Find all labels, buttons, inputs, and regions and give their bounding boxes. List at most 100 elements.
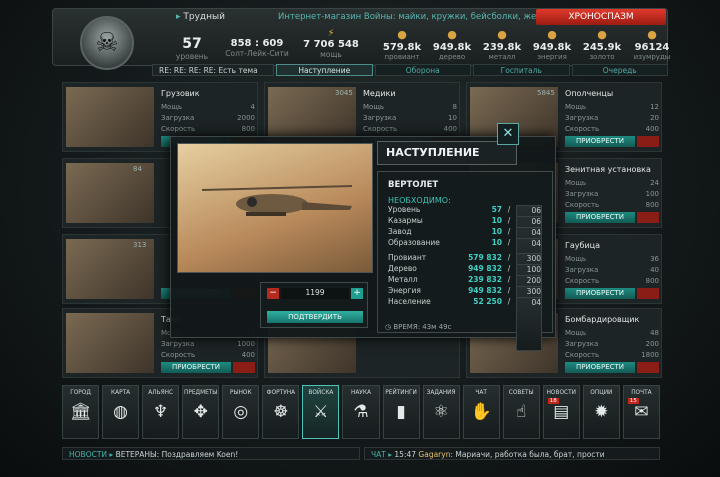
menu-wheel[interactable]: ФОРТУНА ☸ [262,385,300,439]
menu-news[interactable]: НОВОСТИ ▤ 18 [542,385,580,439]
chronospasm-button[interactable]: ХРОНОСПАЗМ [536,9,666,25]
chat-footer[interactable]: ЧАТ ▸ 15:47 Gagaryn: Мариачи, работка бы… [364,447,660,460]
menu-label: РЕЙТИНГИ [385,390,417,396]
skull-avatar-icon[interactable]: ☠ [80,16,134,70]
cancel-button[interactable] [233,362,255,373]
news-footer[interactable]: НОВОСТИ ▸ ВЕТЕРАНЫ: Поздравляем Koen! [62,447,360,460]
requirement-row: Казармы 10/06 [388,216,542,270]
requirement-have: 949 832 [468,286,502,295]
stat-name: Скорость [565,351,600,359]
buy-button[interactable]: ПРИОБРЕСТИ [161,362,231,373]
bars-icon: ▮ [396,402,406,422]
resource-label: золото [589,53,615,61]
stat-name: Мощь [565,103,587,111]
stat-value: 200 [645,340,659,348]
wheel-icon: ☸ [273,402,289,422]
menu-handshake[interactable]: ЧАТ ✋ [462,385,500,439]
tab-offense[interactable]: Наступление [276,64,373,76]
resource-label: провиант [384,53,420,61]
confirm-button[interactable]: ПОДТВЕРДИТЬ [267,311,363,323]
buy-button[interactable]: ПРИОБРЕСТИ [565,288,635,299]
separator: / [507,216,511,225]
menu-microscope[interactable]: НАУКА ⚗ [342,385,380,439]
menu-bars[interactable]: РЕЙТИНГИ ▮ [382,385,420,439]
cancel-button[interactable] [637,136,659,147]
difficulty-label: Трудный [176,12,225,22]
requirement-row: Завод 10/04 [388,227,542,281]
unit-name: ВЕРТОЛЕТ [388,180,439,190]
stat-name: Скорость [565,125,600,133]
menu-hand[interactable]: СОВЕТЫ ☝ [502,385,540,439]
cancel-button[interactable] [637,288,659,299]
requirement-need: 04 [516,297,542,351]
chat-text: Мариачи, работка была, брат, прости [455,450,605,459]
build-time-text: ВРЕМЯ: 43м 49с [393,323,452,331]
buy-button[interactable]: ПРИОБРЕСТИ [565,362,635,373]
requirement-name: Энергия [388,286,421,295]
unit-title: Бомбардировщик [565,315,640,324]
unit-stat-row: Загрузка 20 [565,114,659,122]
tab-hospital[interactable]: Госпиталь [473,64,570,76]
tab-queue[interactable]: Очередь [571,64,668,76]
menu-atom[interactable]: ЗАДАНИЯ ⚛ [422,385,460,439]
quantity-input[interactable]: 1199 [281,288,349,299]
stat-name: Загрузка [565,114,599,122]
level-value: 57 [182,36,202,52]
menu-capitol[interactable]: ГОРОД 🏛 [62,385,100,439]
chat-user: Gagaryn: [418,450,453,459]
menu-label: РЫНОК [229,390,252,396]
unit-stat-row: Загрузка 1000 [161,340,255,348]
menu-market[interactable]: РЫНОК ◎ [222,385,260,439]
requirement-have: 239 832 [468,275,502,284]
menu-items[interactable]: ПРЕДМЕТЫ ✥ [182,385,220,439]
menu-label: ГОРОД [70,390,91,396]
stat-value: 12 [650,103,659,111]
minus-button[interactable]: − [267,288,279,299]
unit-stat-row: Скорость 400 [565,125,659,133]
menu-label: СОВЕТЫ [508,390,534,396]
news-label: НОВОСТИ ▸ [69,450,114,459]
plus-button[interactable]: + [351,288,363,299]
requirements-panel: ВЕРТОЛЕТ НЕОБХОДИМО: Уровень 57/06 Казармы… [377,171,553,351]
required-label: НЕОБХОДИМО: [388,196,451,205]
unit-image [66,87,154,147]
build-time: ◷ ВРЕМЯ: 43м 49с [385,323,451,331]
location-stat[interactable]: 858 : 609 Солт-Лейк-Сити [222,38,292,58]
stat-value: 1000 [237,340,255,348]
menu-torch[interactable]: АЛЬЯНС ♆ [142,385,180,439]
message-preview[interactable]: RE: RE: RE: RE: Есть тема [152,64,274,76]
game-screen: ☠ Трудный Интернет-магазин Войны: майки,… [0,0,720,477]
stat-name: Загрузка [565,266,599,274]
menu-gear[interactable]: ОПЦИИ ✹ [582,385,620,439]
cancel-button[interactable] [637,212,659,223]
stat-value: 24 [650,179,659,187]
cancel-button[interactable] [637,362,659,373]
menu-mail[interactable]: ПОЧТА ✉ 15 [622,385,660,439]
tab-defense[interactable]: Оборона [374,64,471,76]
requirement-have: 52 250 [473,297,502,306]
menu-globe[interactable]: КАРТА ◍ [102,385,140,439]
stat-value: 10 [448,114,457,122]
menu-label: ПРЕДМЕТЫ [184,390,218,396]
resource-label: дерево [438,53,466,61]
menu-label: АЛЬЯНС [148,390,174,396]
news-ticker[interactable]: Интернет-магазин Войны: майки, кружки, б… [278,12,561,22]
menu-rifle[interactable]: ВОЙСКА ⚔ [302,385,340,439]
globe-icon: ◍ [113,402,129,422]
requirement-name: Казармы [388,216,423,225]
unit-count: 5845 [537,89,555,97]
resource-4: ● 245.9k золото [576,28,628,61]
stat-value: 40 [650,266,659,274]
resource-value: 245.9k [582,42,622,53]
unit-stat-row: Мощь 48 [565,329,659,337]
power-label: мощь [320,50,342,59]
stat-name: Загрузка [161,340,195,348]
close-icon[interactable]: ✕ [497,123,519,145]
menu-label: ФОРТУНА [266,390,296,396]
separator: / [507,297,511,306]
helicopter-icon [202,185,352,216]
menu-label: ПОЧТА [631,390,652,396]
buy-button[interactable]: ПРИОБРЕСТИ [565,212,635,223]
stat-name: Мощь [565,179,587,187]
buy-button[interactable]: ПРИОБРЕСТИ [565,136,635,147]
